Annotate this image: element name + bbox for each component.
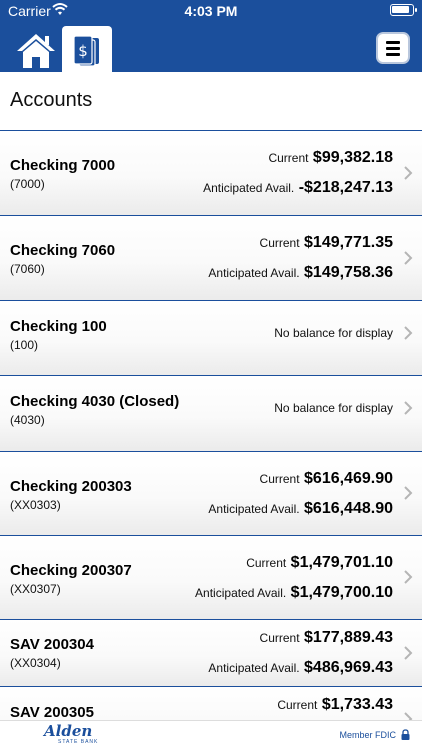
- account-number: (4030): [10, 413, 45, 427]
- current-amount: $99,382.18: [312, 149, 393, 166]
- accounts-tab[interactable]: $: [62, 26, 112, 72]
- account-number: (XX0303): [10, 498, 61, 512]
- account-name: Checking 200307: [10, 562, 132, 579]
- account-number: (7060): [10, 262, 45, 276]
- account-row[interactable]: Checking 4030 (Closed) (4030) No balance…: [0, 375, 422, 451]
- account-name: Checking 7000: [10, 157, 116, 174]
- account-number: (100): [10, 338, 39, 352]
- current-amount: $616,469.90: [304, 470, 393, 487]
- menu-button[interactable]: [376, 32, 410, 64]
- account-name: Checking 4030 (Closed): [10, 393, 180, 410]
- anticipated-balance-line: Anticipated Avail. -$218,247.13: [203, 179, 393, 197]
- anticipated-amount: $616,448.90: [304, 500, 393, 517]
- account-name: SAV 200304: [10, 636, 94, 653]
- current-amount: $149,771.35: [304, 234, 393, 251]
- account-name: Checking 7060: [10, 242, 116, 259]
- chevron-right-icon: [404, 712, 413, 720]
- current-label: Current: [259, 631, 300, 645]
- current-balance-line: Current $99,382.18: [268, 149, 393, 167]
- member-fdic-label: Member FDIC: [339, 730, 396, 740]
- current-balance-line: Current $616,469.90: [260, 470, 393, 488]
- account-name: Checking 200303: [10, 478, 132, 495]
- anticipated-amount: $486,969.43: [304, 659, 393, 676]
- current-balance-line: Current $1,479,701.10: [246, 554, 393, 572]
- current-amount: $1,733.43: [321, 696, 393, 713]
- account-row[interactable]: SAV 200304 (XX0304) Current $177,889.43 …: [0, 619, 422, 686]
- anticipated-balance-line: Anticipated Avail. $616,448.90: [208, 500, 393, 518]
- current-amount: $1,479,701.10: [290, 554, 393, 571]
- chevron-right-icon: [404, 401, 413, 415]
- logo-subtitle: STATE BANK: [58, 739, 99, 745]
- current-balance-line: Current $177,889.43: [260, 629, 393, 647]
- chevron-right-icon: [404, 646, 413, 660]
- home-icon: [17, 34, 55, 68]
- current-label: Current: [277, 698, 318, 712]
- account-number: (XX0304): [10, 656, 61, 670]
- account-row[interactable]: SAV 200305 Current $1,733.43: [0, 686, 422, 720]
- anticipated-balance-line: Anticipated Avail. $149,758.36: [208, 264, 393, 282]
- current-label: Current: [259, 472, 300, 486]
- anticipated-amount: $1,479,700.10: [290, 584, 393, 601]
- status-bar: Carrier 4:03 PM: [0, 0, 422, 24]
- anticipated-balance-line: Anticipated Avail. $486,969.43: [208, 659, 393, 677]
- anticipated-amount: $149,758.36: [304, 264, 393, 281]
- anticipated-label: Anticipated Avail.: [203, 181, 295, 195]
- account-row[interactable]: Checking 7000 (7000) Current $99,382.18 …: [0, 130, 422, 215]
- current-label: Current: [246, 556, 287, 570]
- account-name: SAV 200305: [10, 704, 94, 720]
- anticipated-balance-line: Anticipated Avail. $1,479,700.10: [195, 584, 393, 602]
- chevron-right-icon: [404, 570, 413, 584]
- logo-word: Alden: [44, 722, 93, 740]
- account-row[interactable]: Checking 100 (100) No balance for displa…: [0, 300, 422, 375]
- account-name: Checking 100: [10, 318, 107, 335]
- account-row[interactable]: Checking 7060 (7060) Current $149,771.35…: [0, 215, 422, 300]
- current-label: Current: [259, 236, 300, 250]
- account-row[interactable]: Checking 200307 (XX0307) Current $1,479,…: [0, 535, 422, 619]
- page-title: Accounts: [10, 89, 93, 111]
- current-label: Current: [268, 151, 309, 165]
- current-balance-line: Current $149,771.35: [260, 234, 393, 252]
- chevron-right-icon: [404, 251, 413, 265]
- anticipated-label: Anticipated Avail.: [195, 586, 287, 600]
- no-balance-text: No balance for display: [274, 401, 393, 415]
- bank-logo: Alden STATE BANK: [44, 722, 99, 746]
- account-number: (XX0307): [10, 582, 61, 596]
- anticipated-label: Anticipated Avail.: [208, 266, 300, 280]
- status-time: 4:03 PM: [184, 3, 238, 19]
- home-button[interactable]: [14, 30, 58, 70]
- current-balance-line: Current $1,733.43: [277, 696, 393, 714]
- no-balance-text: No balance for display: [274, 326, 393, 340]
- account-number: (7000): [10, 177, 45, 191]
- top-navigation-bar: Carrier 4:03 PM $: [0, 0, 422, 72]
- battery-icon: [390, 4, 417, 16]
- hamburger-menu-icon: [386, 41, 400, 44]
- accounts-list: Checking 7000 (7000) Current $99,382.18 …: [0, 130, 422, 720]
- anticipated-label: Anticipated Avail.: [208, 661, 300, 675]
- chevron-right-icon: [404, 326, 413, 340]
- lock-icon: [401, 729, 410, 740]
- chevron-right-icon: [404, 166, 413, 180]
- dollar-cards-icon: $: [73, 35, 99, 67]
- anticipated-amount: -$218,247.13: [298, 179, 393, 196]
- footer: Alden STATE BANK Member FDIC: [0, 720, 422, 750]
- chevron-right-icon: [404, 486, 413, 500]
- svg-text:$: $: [78, 42, 88, 60]
- account-row[interactable]: Checking 200303 (XX0303) Current $616,46…: [0, 451, 422, 535]
- current-amount: $177,889.43: [304, 629, 393, 646]
- anticipated-label: Anticipated Avail.: [208, 502, 300, 516]
